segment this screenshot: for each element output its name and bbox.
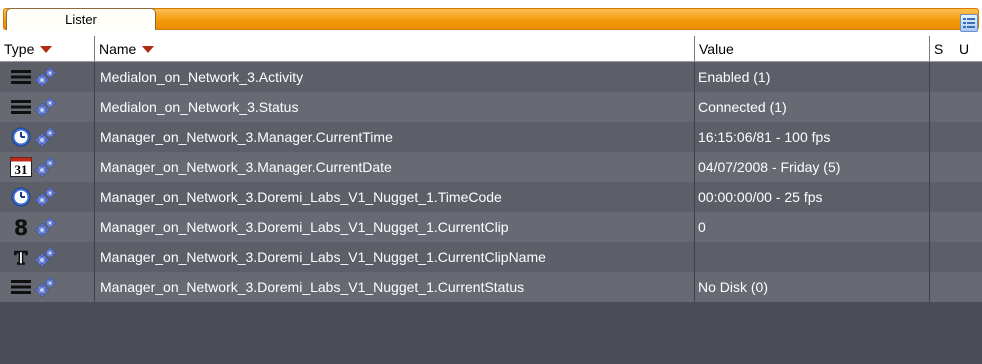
table-row[interactable]: 31 Manager_on_Network_3.Manager.CurrentDa…: [0, 152, 982, 182]
row-type-cell: 8: [0, 212, 95, 242]
table-row[interactable]: T Manager_on_Network_3.Doremi_Labs_V1_Nug…: [0, 242, 982, 272]
row-name: Manager_on_Network_3.Manager.CurrentTime: [95, 122, 695, 152]
gear-icon: [34, 216, 56, 238]
row-value: 0: [695, 212, 930, 242]
table-row[interactable]: Medialon_on_Network_3.Activity Enabled (1…: [0, 62, 982, 92]
list-icon: [10, 276, 32, 298]
column-header-type-label: Type: [4, 40, 35, 57]
table-row[interactable]: Manager_on_Network_3.Doremi_Labs_V1_Nugg…: [0, 272, 982, 302]
row-name: Manager_on_Network_3.Doremi_Labs_V1_Nugg…: [95, 182, 695, 212]
gear-icon: [34, 186, 56, 208]
row-type-cell: [0, 122, 95, 152]
column-header-value-label: Value: [699, 40, 734, 57]
row-flags: [930, 242, 982, 272]
row-name: Medialon_on_Network_3.Activity: [95, 62, 695, 92]
row-type-cell: 31: [0, 152, 95, 182]
column-header-s-label: S: [934, 40, 944, 57]
row-name: Manager_on_Network_3.Manager.CurrentDate: [95, 152, 695, 182]
table-row[interactable]: Manager_on_Network_3.Manager.CurrentTime…: [0, 122, 982, 152]
table-row[interactable]: Medialon_on_Network_3.Status Connected (1…: [0, 92, 982, 122]
row-name: Manager_on_Network_3.Doremi_Labs_V1_Nugg…: [95, 212, 695, 242]
column-header-value[interactable]: Value: [695, 36, 930, 61]
tab-lister[interactable]: Lister: [6, 8, 156, 30]
row-flags: [930, 182, 982, 212]
gear-icon: [34, 96, 56, 118]
row-value: Connected (1): [695, 92, 930, 122]
layout-toggle-button[interactable]: [960, 14, 978, 32]
row-type-cell: [0, 62, 95, 92]
row-type-cell: [0, 272, 95, 302]
gear-icon: [34, 66, 56, 88]
row-flags: [930, 272, 982, 302]
row-name: Medialon_on_Network_3.Status: [95, 92, 695, 122]
row-value: 04/07/2008 - Friday (5): [695, 152, 930, 182]
list-icon: [10, 96, 32, 118]
row-flags: [930, 92, 982, 122]
row-type-cell: [0, 182, 95, 212]
text-glyph: T: [15, 249, 28, 267]
variable-list: Medialon_on_Network_3.Activity Enabled (1…: [0, 62, 982, 302]
sort-arrow-icon: [142, 46, 155, 53]
text-icon: T: [10, 246, 32, 268]
row-name: Manager_on_Network_3.Doremi_Labs_V1_Nugg…: [95, 272, 695, 302]
row-flags: [930, 212, 982, 242]
clock-icon: [10, 186, 32, 208]
row-value: 00:00:00/00 - 25 fps: [695, 182, 930, 212]
row-flags: [930, 62, 982, 92]
number-icon: 8: [10, 216, 32, 238]
gear-icon: [34, 246, 56, 268]
list-icon: [10, 66, 32, 88]
column-header: Type Name Value S U: [0, 36, 982, 62]
number-glyph: 8: [14, 216, 29, 238]
column-header-u[interactable]: U: [955, 36, 982, 61]
row-name: Manager_on_Network_3.Doremi_Labs_V1_Nugg…: [95, 242, 695, 272]
tab-label: Lister: [65, 12, 97, 27]
column-header-name[interactable]: Name: [95, 36, 695, 61]
row-type-cell: T: [0, 242, 95, 272]
clock-icon: [10, 126, 32, 148]
calendar-number: 31: [15, 162, 28, 177]
table-row[interactable]: Manager_on_Network_3.Doremi_Labs_V1_Nugg…: [0, 182, 982, 212]
row-value: No Disk (0): [695, 272, 930, 302]
lister-window: Lister Type Name Value S U Medialon_on_N…: [0, 0, 982, 364]
gear-icon: [34, 126, 56, 148]
row-value: 16:15:06/81 - 100 fps: [695, 122, 930, 152]
gear-icon: [34, 156, 56, 178]
column-header-name-label: Name: [99, 40, 137, 57]
gear-icon: [34, 276, 56, 298]
table-row[interactable]: 8 Manager_on_Network_3.Doremi_Labs_V1_Nug…: [0, 212, 982, 242]
row-flags: [930, 152, 982, 182]
grid-icon: [963, 18, 975, 28]
row-flags: [930, 122, 982, 152]
sort-arrow-icon: [40, 46, 53, 53]
calendar-icon: 31: [10, 156, 32, 178]
row-type-cell: [0, 92, 95, 122]
row-value: [695, 242, 930, 272]
column-header-u-label: U: [959, 40, 970, 57]
row-value: Enabled (1): [695, 62, 930, 92]
tab-strip: Lister: [0, 0, 982, 36]
column-header-type[interactable]: Type: [0, 36, 95, 61]
